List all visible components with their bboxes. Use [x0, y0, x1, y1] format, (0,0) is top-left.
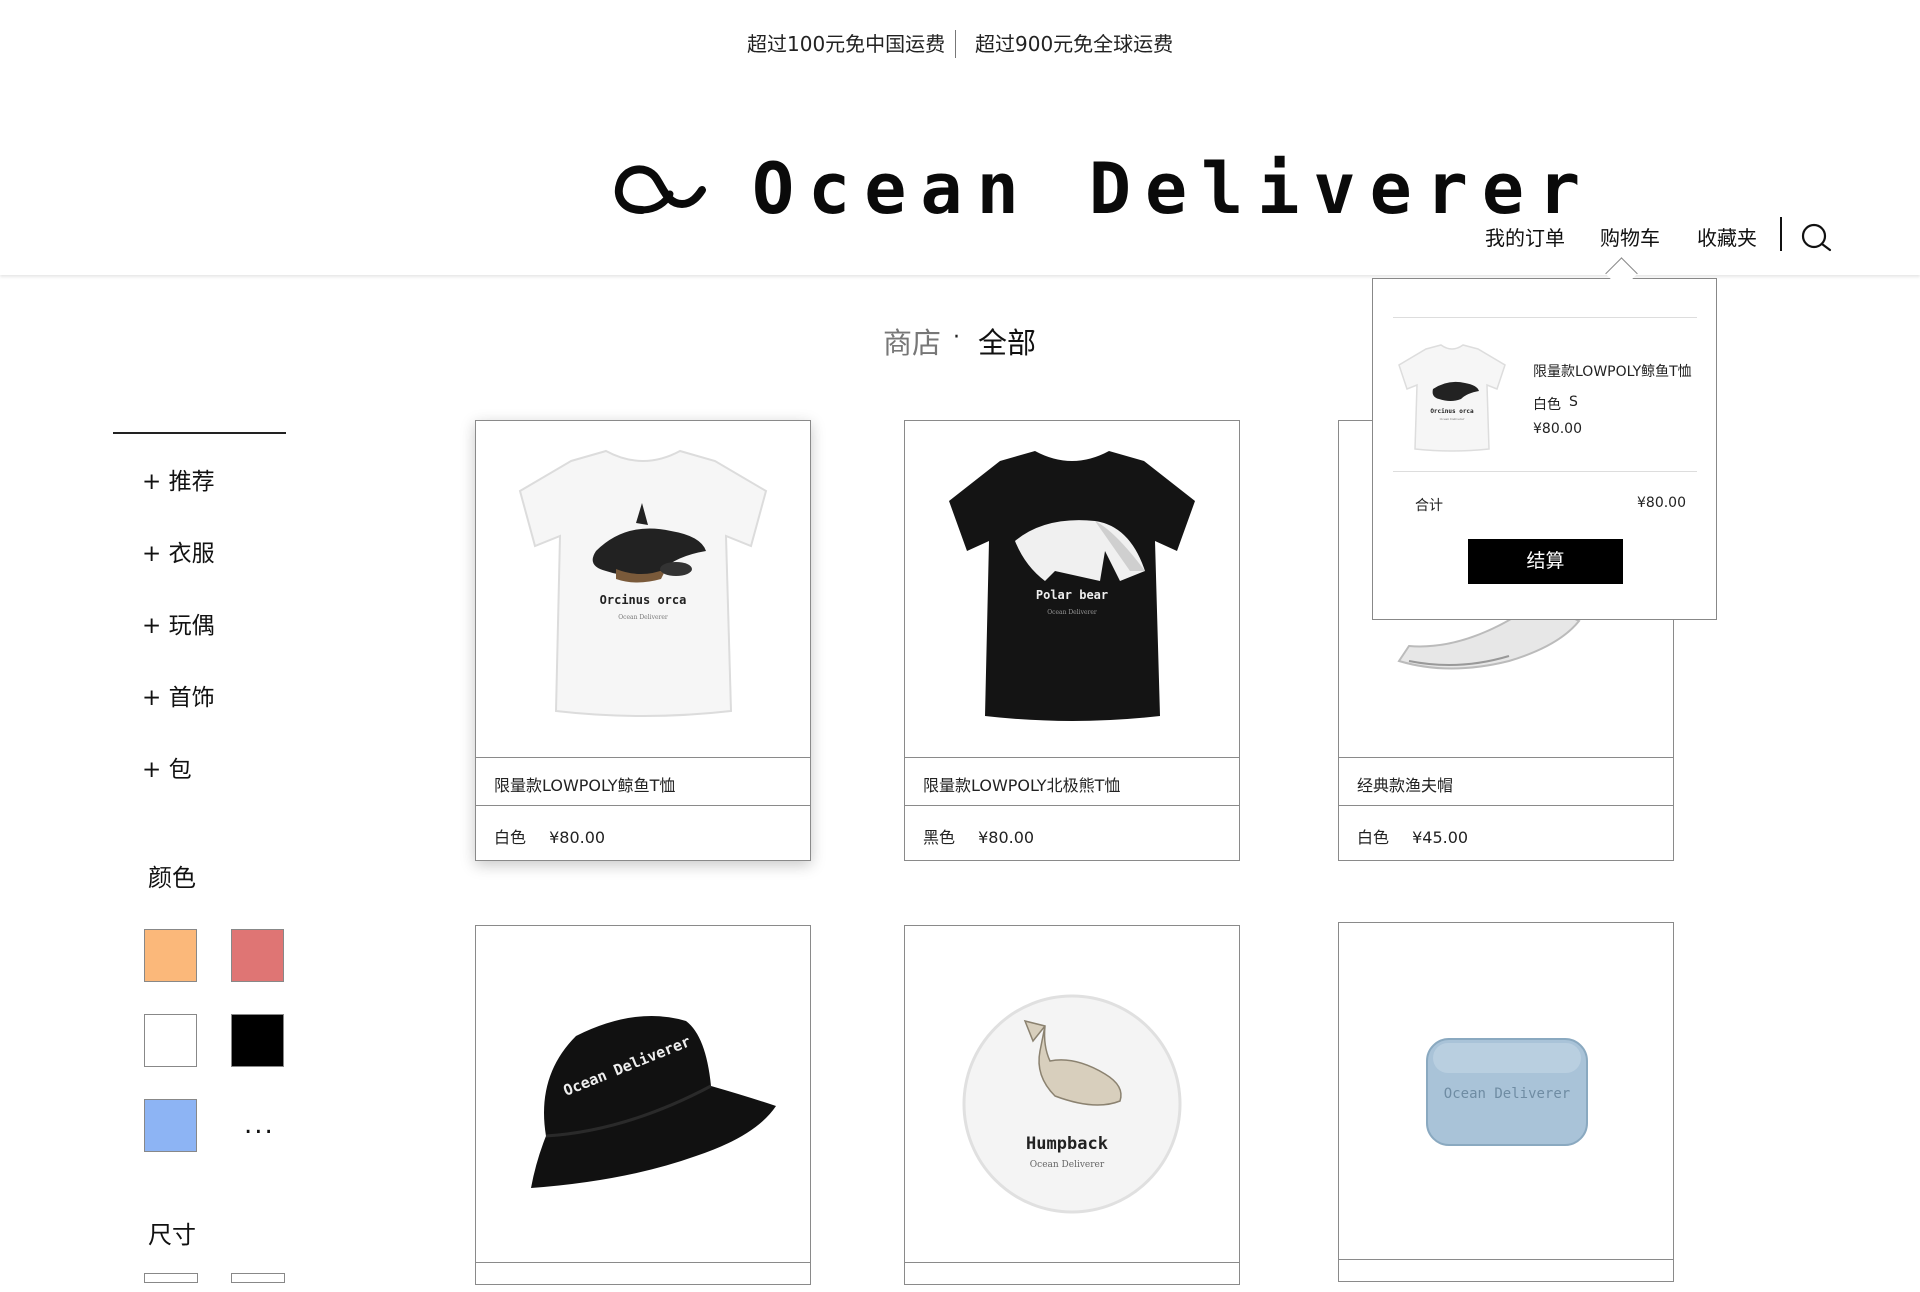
orca-print-sub: Ocean Deliverer — [618, 614, 668, 621]
size-filter-heading: 尺寸 — [148, 1221, 196, 1249]
brand-logo-icon[interactable] — [612, 158, 712, 218]
product-name-row — [1339, 1259, 1673, 1289]
humpback-coaster-image: Humpback Ocean Deliverer — [962, 994, 1182, 1214]
category-recommended[interactable]: + 推荐 — [142, 462, 215, 496]
cart-item-name[interactable]: 限量款LOWPOLY鲸鱼T恤 — [1533, 361, 1692, 381]
color-swatch-red[interactable] — [231, 929, 284, 982]
product-card-humpback-coaster[interactable]: Humpback Ocean Deliverer — [904, 925, 1240, 1285]
category-bags[interactable]: + 包 — [142, 750, 192, 784]
product-card-orca-tee[interactable]: Orcinus orca Ocean Deliverer 限量款LOWPOLY鲸… — [475, 420, 811, 861]
product-price: ¥80.00 — [978, 828, 1035, 847]
cart-total-value: ¥80.00 — [1637, 495, 1686, 511]
thumb-print-title: Orcinus orca — [1430, 408, 1474, 415]
color-swatch-black[interactable] — [231, 1014, 284, 1067]
cart-popup: Orcinus orca Ocean Deliverer 限量款LOWPOLY鲸… — [1372, 278, 1717, 620]
brand-name[interactable]: Ocean Deliverer — [752, 148, 1594, 230]
nav-cart[interactable]: 购物车 — [1600, 222, 1660, 251]
product-name-row — [905, 1262, 1239, 1292]
product-color: 白色 — [494, 828, 527, 847]
product-card-polar-bear-tee[interactable]: Polar bear Ocean Deliverer 限量款LOWPOLY北极熊… — [904, 420, 1240, 861]
cart-item-size: S — [1569, 394, 1578, 410]
product-color: 白色 — [1357, 828, 1390, 847]
product-card-black-bucket-hat[interactable]: Ocean Deliverer — [475, 925, 811, 1285]
product-price: ¥45.00 — [1412, 828, 1469, 847]
nav-favorites[interactable]: 收藏夹 — [1697, 222, 1757, 251]
color-swatch-blue[interactable] — [144, 1099, 197, 1152]
color-filter-heading: 颜色 — [148, 864, 196, 892]
product-name[interactable]: 限量款LOWPOLY鲸鱼T恤 — [476, 757, 810, 805]
orca-print-title: Orcinus orca — [600, 593, 687, 607]
thumb-print-sub: Ocean Deliverer — [1440, 417, 1465, 421]
coaster-print-title: Humpback — [1026, 1134, 1108, 1154]
more-colors-button[interactable]: ... — [244, 1110, 275, 1140]
polar-print-sub: Ocean Deliverer — [1047, 609, 1097, 616]
breadcrumb-current: 全部 — [978, 326, 1037, 360]
cart-item-color: 白色 — [1533, 397, 1561, 413]
shipping-divider — [955, 30, 956, 58]
coaster-print-sub: Ocean Deliverer — [1030, 1160, 1105, 1170]
category-dolls[interactable]: + 玩偶 — [142, 606, 215, 640]
nav-my-orders[interactable]: 我的订单 — [1485, 222, 1565, 251]
product-name[interactable]: 限量款LOWPOLY北极熊T恤 — [905, 757, 1239, 805]
product-meta: 白色 ¥45.00 — [1339, 805, 1673, 860]
product-card-soap[interactable]: Ocean Deliverer — [1338, 922, 1674, 1282]
category-clothing[interactable]: + 衣服 — [142, 534, 215, 568]
polar-print-title: Polar bear — [1036, 588, 1108, 602]
product-name-row — [476, 1262, 810, 1292]
category-jewelry[interactable]: + 首饰 — [142, 678, 215, 712]
soap-bar-image: Ocean Deliverer — [1426, 1038, 1588, 1146]
product-color: 黑色 — [923, 828, 956, 847]
header: 超过100元免中国运费 超过900元免全球运费 Ocean Deliverer … — [0, 0, 1920, 275]
product-meta: 白色 ¥80.00 — [476, 805, 810, 860]
product-meta: 黑色 ¥80.00 — [905, 805, 1239, 860]
breadcrumb-separator: · — [953, 325, 960, 350]
checkout-button[interactable]: 结算 — [1468, 539, 1623, 584]
size-option[interactable] — [231, 1273, 285, 1283]
free-shipping-domestic: 超过100元免中国运费 — [747, 32, 946, 56]
product-name[interactable]: 经典款渔夫帽 — [1339, 757, 1673, 805]
popup-divider — [1393, 317, 1697, 318]
sidebar-rule — [113, 432, 286, 434]
product-price: ¥80.00 — [549, 828, 606, 847]
color-swatch-white[interactable] — [144, 1014, 197, 1067]
free-shipping-global: 超过900元免全球运费 — [975, 32, 1174, 56]
color-swatch-orange[interactable] — [144, 929, 197, 982]
popup-divider — [1393, 471, 1697, 472]
cart-item-thumbnail[interactable]: Orcinus orca Ocean Deliverer — [1393, 337, 1511, 457]
cart-total-label: 合计 — [1415, 498, 1443, 514]
size-option[interactable] — [144, 1273, 198, 1283]
search-icon[interactable] — [1800, 222, 1832, 254]
orca-tshirt-image: Orcinus orca Ocean Deliverer — [518, 449, 768, 717]
soap-print-title: Ocean Deliverer — [1444, 1086, 1570, 1102]
black-bucket-hat-image: Ocean Deliverer — [531, 1016, 776, 1188]
cart-item-price: ¥80.00 — [1533, 421, 1582, 437]
nav-divider — [1780, 217, 1782, 251]
polar-bear-tshirt-image: Polar bear Ocean Deliverer — [949, 451, 1195, 721]
breadcrumb-shop[interactable]: 商店 — [883, 320, 941, 362]
